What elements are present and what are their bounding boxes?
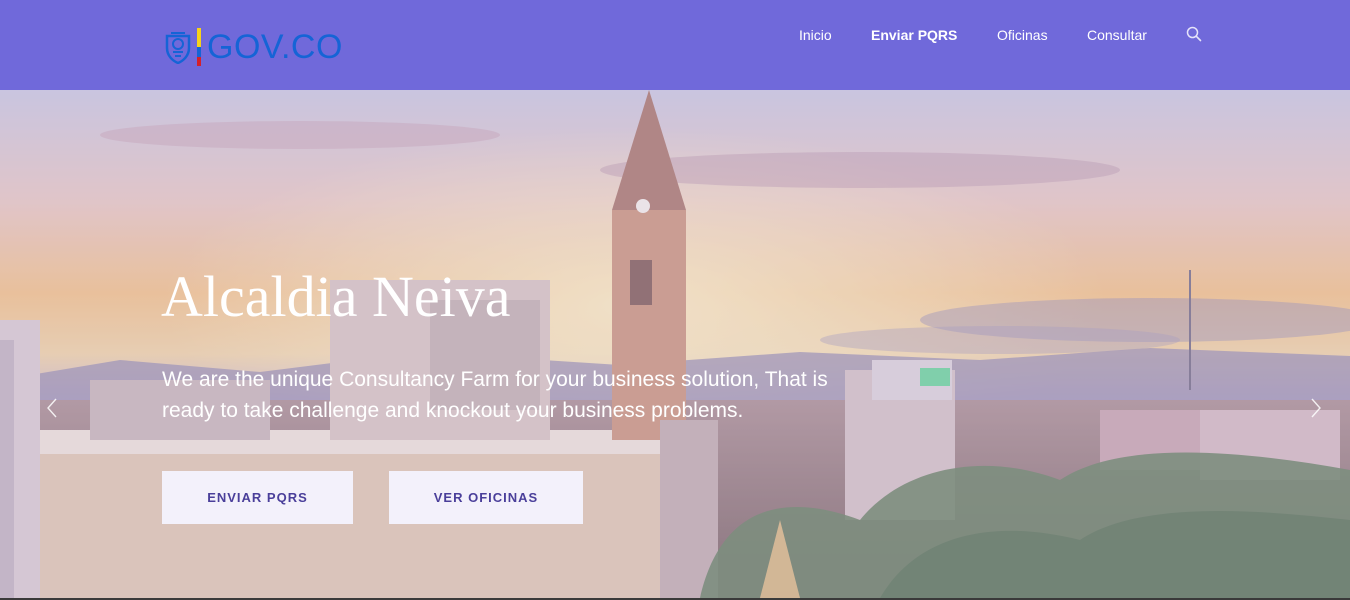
hero-slider: Alcaldia Neiva We are the unique Consult… — [0, 90, 1350, 598]
chevron-right-icon[interactable] — [1308, 396, 1324, 420]
nav-oficinas[interactable]: Oficinas — [997, 26, 1048, 44]
main-nav: Inicio Enviar PQRS Oficinas Consultar — [0, 26, 1350, 46]
enviar-pqrs-button[interactable]: ENVIAR PQRS — [162, 471, 353, 524]
nav-enviar-pqrs[interactable]: Enviar PQRS — [871, 26, 957, 44]
nav-inicio[interactable]: Inicio — [799, 26, 832, 44]
search-icon[interactable] — [1186, 26, 1202, 42]
nav-consultar[interactable]: Consultar — [1087, 26, 1147, 44]
hero-title: Alcaldia Neiva — [161, 264, 511, 329]
site-header: GOV.CO Inicio Enviar PQRS Oficinas Consu… — [0, 0, 1350, 90]
chevron-left-icon[interactable] — [44, 396, 60, 420]
hero-subtitle: We are the unique Consultancy Farm for y… — [162, 368, 828, 422]
ver-oficinas-button[interactable]: VER OFICINAS — [389, 471, 583, 524]
